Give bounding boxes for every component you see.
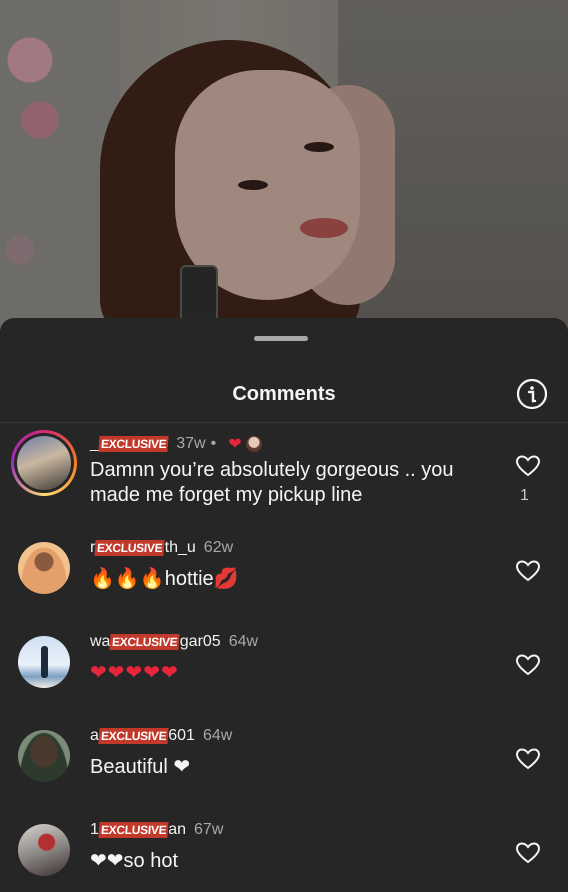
sheet-title: Comments (232, 383, 336, 405)
comment-meta: 1 EXCLUSIVE an 67w (90, 821, 223, 839)
creator-avatar-mini (245, 436, 262, 452)
photo-overlay (0, 0, 568, 330)
avatar[interactable] (18, 824, 70, 876)
comment-time: 67w (194, 821, 224, 838)
like-heart-icon[interactable] (515, 454, 541, 478)
like-heart-icon[interactable] (515, 559, 541, 583)
comment-time: 37w (176, 435, 206, 452)
comment-text: ❤❤❤❤❤ (90, 662, 179, 684)
header-divider (0, 422, 568, 423)
comment-time: 64w (228, 633, 259, 650)
like-heart-icon[interactable] (515, 653, 541, 677)
comment-text: ❤❤so hot (90, 850, 178, 872)
comments-sheet: Comments _ EXCLUSIVE 37w • ❤ Damnn you’r… (0, 318, 568, 892)
avatar[interactable] (18, 542, 70, 594)
username-suffix[interactable]: th_u (165, 539, 196, 557)
like-heart-icon[interactable] (515, 747, 541, 771)
comment-text: Beautiful ❤ (90, 756, 191, 778)
comment-item: 1 EXCLUSIVE an 67w ❤❤so hot (0, 815, 568, 892)
exclusive-tag: EXCLUSIVE (98, 728, 169, 744)
post-photo (0, 0, 568, 330)
comment-meta: _ EXCLUSIVE 37w • ❤ (90, 434, 262, 454)
creator-heart-icon: ❤ (228, 436, 242, 453)
exclusive-tag: EXCLUSIVE (109, 634, 181, 650)
comment-time: 62w (203, 539, 234, 556)
exclusive-tag: EXCLUSIVE (98, 822, 169, 838)
sheet-drag-handle[interactable] (254, 336, 308, 341)
username-prefix[interactable]: wa (90, 633, 110, 651)
avatar[interactable] (18, 730, 70, 782)
exclusive-tag: EXCLUSIVE (98, 436, 169, 452)
username-suffix[interactable]: gar05 (180, 633, 221, 651)
like-heart-icon[interactable] (515, 841, 541, 865)
comment-item: wa EXCLUSIVE gar05 64w ❤❤❤❤❤ (0, 627, 568, 717)
avatar[interactable] (18, 636, 70, 688)
like-count[interactable]: 1 (520, 487, 529, 505)
comment-item: _ EXCLUSIVE 37w • ❤ Damnn you’re absolut… (0, 428, 568, 523)
username-suffix[interactable]: an (168, 821, 186, 839)
comment-item: r EXCLUSIVE th_u 62w 🔥🔥🔥hottie💋 (0, 533, 568, 623)
comment-meta: wa EXCLUSIVE gar05 64w (90, 633, 258, 651)
comment-time: 64w (202, 727, 233, 744)
info-icon[interactable] (516, 378, 548, 410)
comment-text: 🔥🔥🔥hottie💋 (90, 568, 239, 590)
avatar-story-ring[interactable] (11, 430, 77, 496)
avatar (17, 436, 71, 490)
comment-meta: a EXCLUSIVE 601 64w (90, 727, 232, 745)
comment-text: Damnn you’re absolutely gorgeous .. you … (90, 459, 454, 506)
username-suffix[interactable]: 601 (168, 727, 195, 745)
comment-meta: r EXCLUSIVE th_u 62w (90, 539, 233, 557)
exclusive-tag: EXCLUSIVE (94, 540, 166, 556)
comment-item: a EXCLUSIVE 601 64w Beautiful ❤ (0, 721, 568, 811)
separator-dot: • (210, 435, 217, 452)
